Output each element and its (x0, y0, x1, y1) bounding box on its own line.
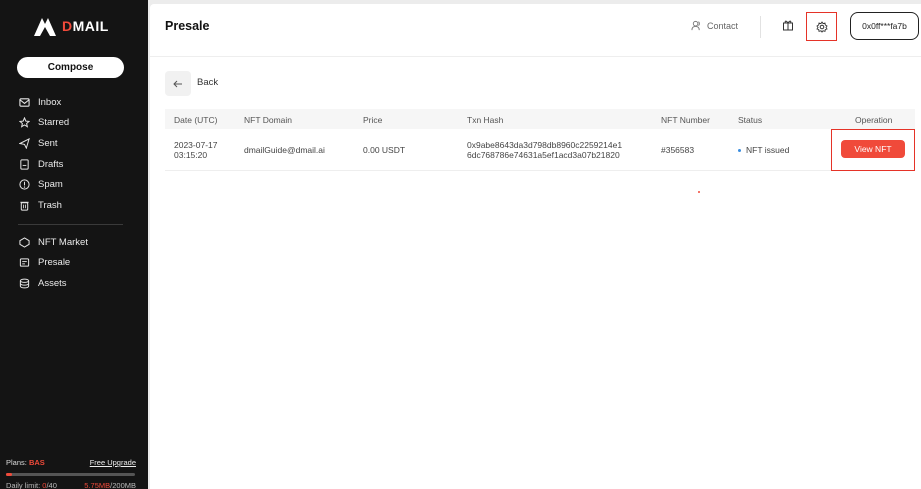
sidebar-item-presale[interactable]: Presale (0, 253, 148, 274)
cell-status: NFT issued (738, 145, 789, 155)
nft-market-icon (18, 236, 30, 248)
gear-icon (815, 20, 828, 33)
brand-name: DMAIL (62, 18, 109, 34)
send-icon (18, 137, 30, 149)
column-header-operation: Operation (855, 115, 893, 125)
column-header-domain: NFT Domain (244, 115, 293, 125)
free-upgrade-link[interactable]: Free Upgrade (90, 458, 136, 467)
column-header-hash: Txn Hash (467, 115, 504, 125)
column-header-status: Status (738, 115, 763, 125)
page-title: Presale (165, 19, 210, 33)
daily-limit-progress (6, 473, 135, 476)
plan-label: Plans: BAS (6, 458, 45, 467)
inbox-icon (18, 96, 30, 108)
storage-info: 5.75MB/200MB (84, 481, 136, 489)
cell-domain: dmailGuide@dmail.ai (244, 145, 325, 155)
sidebar-item-label: Drafts (38, 158, 64, 170)
sidebar-item-sent[interactable]: Sent (0, 133, 148, 154)
logo[interactable]: DMAIL (34, 14, 109, 38)
cell-nft-number: #356583 (661, 145, 695, 155)
contact-icon (691, 20, 700, 31)
gift-icon[interactable] (782, 19, 794, 31)
sidebar-item-label: Spam (38, 179, 63, 191)
daily-limit-info: Daily limit: 0/40 5.75MB/200MB (6, 481, 136, 489)
sidebar-item-label: Inbox (38, 96, 62, 108)
arrow-left-icon (173, 80, 182, 87)
sidebar-item-label: Assets (38, 277, 67, 289)
header: Presale Contact 0x0ff***fa7b (150, 4, 921, 57)
cell-hash: 0x9abe8643da3d798db8960c2259214e1 6dc768… (467, 140, 623, 160)
column-header-date: Date (UTC) (174, 115, 218, 125)
wallet-address-button[interactable]: 0x0ff***fa7b (850, 12, 919, 40)
header-divider (760, 16, 761, 38)
sidebar-divider (18, 224, 123, 225)
plan-value: BAS (28, 458, 45, 467)
cell-price: 0.00 USDT (363, 145, 406, 155)
compose-button[interactable]: Compose (17, 57, 124, 78)
draft-icon (18, 158, 30, 170)
table-header: Date (UTC) NFT Domain Price Txn Hash NFT… (165, 109, 915, 129)
decorative-dot (698, 191, 700, 193)
cell-date: 2023-07-17 03:15:20 (174, 140, 218, 160)
sidebar-item-label: Trash (38, 199, 62, 211)
web3-nav: NFT Market Presale Assets (0, 232, 148, 294)
settings-button[interactable] (806, 12, 837, 41)
sidebar-item-label: Sent (38, 137, 58, 149)
sidebar-item-label: Presale (38, 257, 71, 269)
plan-info: Plans: BAS Free Upgrade (6, 458, 136, 467)
column-header-price: Price (363, 115, 383, 125)
contact-label: Contact (707, 20, 739, 31)
sidebar-item-drafts[interactable]: Drafts (0, 154, 148, 175)
status-dot (738, 149, 741, 153)
sidebar-item-assets[interactable]: Assets (0, 273, 148, 294)
sidebar-item-inbox[interactable]: Inbox (0, 92, 148, 113)
sidebar-item-label: Starred (38, 117, 70, 129)
sidebar-item-starred[interactable]: Starred (0, 113, 148, 134)
dmail-logo-icon (34, 18, 56, 36)
table-row: 2023-07-17 03:15:20 dmailGuide@dmail.ai … (165, 129, 915, 171)
spam-icon (18, 179, 30, 191)
main-panel: Presale Contact 0x0ff***fa7b Back Date (… (150, 4, 921, 489)
sidebar-item-label: NFT Market (38, 236, 88, 248)
assets-icon (18, 277, 30, 289)
mail-nav: Inbox Starred Sent Drafts Spam Trash (0, 92, 148, 216)
trash-icon (18, 199, 30, 211)
sidebar-item-trash[interactable]: Trash (0, 195, 148, 216)
sidebar-item-spam[interactable]: Spam (0, 174, 148, 195)
presale-table: Date (UTC) NFT Domain Price Txn Hash NFT… (165, 109, 915, 171)
view-nft-button[interactable]: View NFT (841, 140, 905, 158)
sidebar: DMAIL Compose Inbox Starred Sent Drafts … (0, 0, 148, 489)
column-header-nft-number: NFT Number (661, 115, 710, 125)
contact-button[interactable]: Contact (691, 20, 738, 31)
back-button[interactable] (165, 71, 191, 96)
star-icon (18, 117, 30, 129)
daily-limit-label: Daily limit: 0/40 (6, 481, 57, 489)
sidebar-item-nft-market[interactable]: NFT Market (0, 232, 148, 253)
back-label[interactable]: Back (197, 77, 218, 88)
presale-icon (18, 257, 30, 269)
